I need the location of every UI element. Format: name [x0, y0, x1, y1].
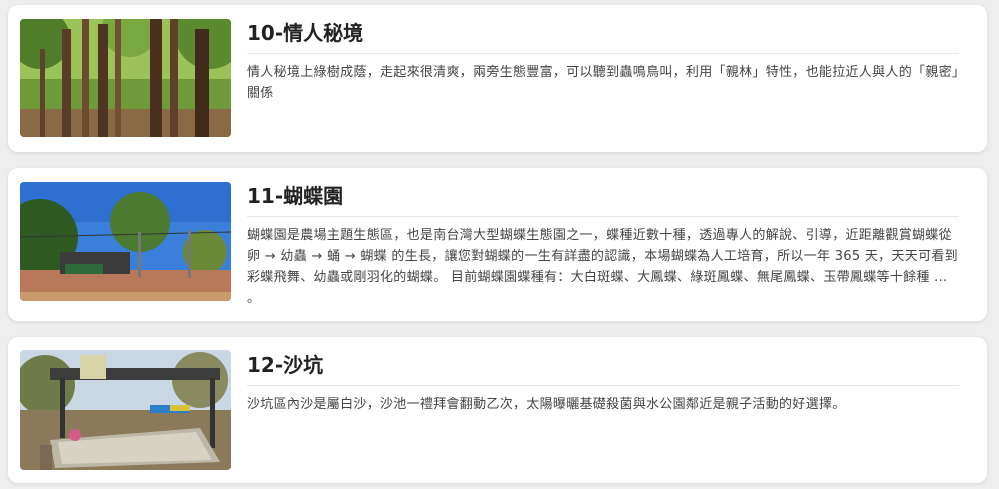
butterfly-garden-photo	[20, 182, 231, 301]
sandpit-image[interactable]	[20, 350, 231, 470]
butterfly-garden-image[interactable]	[20, 182, 231, 301]
attraction-description: 蝴蝶園是農場主題生態區，也是南台灣大型蝴蝶生態園之一，蝶種近數十種，透過專人的解…	[247, 228, 958, 306]
attraction-description: 情人秘境上綠樹成蔭，走起來很清爽，兩旁生態豐富，可以聽到蟲鳴鳥叫，利用「親林」特…	[247, 65, 959, 101]
attraction-card[interactable]: 10-情人秘境 情人秘境上綠樹成蔭，走起來很清爽，兩旁生態豐富，可以聽到蟲鳴鳥叫…	[8, 5, 987, 152]
forest-path-photo	[20, 19, 231, 137]
attraction-title[interactable]: 10-情人秘境	[247, 17, 959, 54]
sandpit-photo	[20, 350, 231, 470]
attraction-title[interactable]: 12-沙坑	[247, 349, 959, 386]
attraction-description: 沙坑區內沙是屬白沙，沙池一禮拜會翻動乙次，太陽曝曬基礎殺菌與水公園鄰近是親子活動…	[247, 397, 846, 412]
forest-path-image[interactable]	[20, 19, 231, 137]
attraction-card[interactable]: 12-沙坑 沙坑區內沙是屬白沙，沙池一禮拜會翻動乙次，太陽曝曬基礎殺菌與水公園鄰…	[8, 337, 987, 483]
attraction-card[interactable]: 11-蝴蝶園 蝴蝶園是農場主題生態區，也是南台灣大型蝴蝶生態園之一，蝶種近數十種…	[8, 168, 987, 321]
attraction-title[interactable]: 11-蝴蝶園	[247, 180, 959, 217]
